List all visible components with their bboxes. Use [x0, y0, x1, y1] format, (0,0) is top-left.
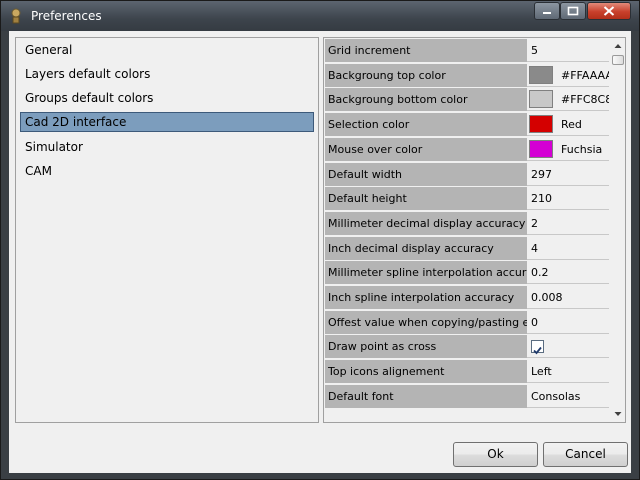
property-row: Grid increment 5 [325, 39, 609, 63]
preferences-window: Preferences General Layers default color… [0, 0, 640, 480]
property-row: Inch decimal display accuracy 4 [325, 236, 609, 261]
property-row: Inch spline interpolation accuracy 0.008 [325, 286, 609, 310]
nav-item-layers-default-colors[interactable]: Layers default colors [20, 64, 314, 84]
nav-item-general[interactable]: General [20, 40, 314, 60]
dialog-body: General Layers default colors Groups def… [9, 31, 631, 473]
arrow-down-icon [614, 412, 622, 416]
property-row: Backgroung bottom color #FFC8C8C8 [325, 88, 609, 113]
minimize-button[interactable] [534, 2, 560, 20]
property-name: Grid increment [325, 39, 528, 63]
property-row: Backgroung top color #FFAAAAAA [325, 63, 609, 88]
scroll-up-button[interactable] [611, 39, 625, 53]
property-value-input[interactable]: 4 [527, 236, 609, 260]
maximize-icon [567, 6, 579, 16]
property-row: Millimeter spline interpolation accuracy… [325, 261, 609, 286]
color-picker[interactable]: Fuchsia [527, 137, 609, 161]
property-row: Mouse over color Fuchsia [325, 137, 609, 162]
maximize-button[interactable] [560, 2, 586, 20]
minimize-icon [543, 12, 551, 14]
property-row: Offest value when copying/pasting entiti… [325, 310, 609, 335]
property-name: Top icons alignement [325, 360, 528, 385]
property-name: Default height [325, 187, 528, 212]
color-swatch [529, 65, 553, 84]
property-value-input[interactable]: 210 [527, 187, 609, 211]
color-swatch [529, 115, 553, 134]
property-value-select[interactable]: Left [527, 360, 609, 384]
property-name: Offest value when copying/pasting entiti… [325, 310, 528, 335]
category-list[interactable]: General Layers default colors Groups def… [15, 37, 319, 423]
scroll-down-button[interactable] [611, 407, 625, 421]
nav-item-groups-default-colors[interactable]: Groups default colors [20, 88, 314, 108]
color-value: #FFAAAAAA [561, 68, 609, 82]
property-name: Default width [325, 162, 528, 187]
property-value-input[interactable]: 2 [527, 211, 609, 235]
close-icon [603, 6, 615, 16]
property-row: Top icons alignement Left [325, 360, 609, 385]
property-value-input[interactable]: 0.2 [527, 261, 609, 285]
property-name: Draw point as cross [325, 335, 528, 360]
property-row: Selection color Red [325, 113, 609, 138]
color-swatch [529, 139, 553, 158]
property-name: Inch spline interpolation accuracy [325, 286, 528, 310]
property-row: Default font Consolas [325, 384, 609, 409]
property-name: Millimeter spline interpolation accuracy [325, 261, 528, 286]
color-value: Red [561, 118, 582, 132]
ok-button[interactable]: Ok [453, 442, 538, 467]
property-name: Mouse over color [325, 137, 528, 162]
property-name: Backgroung top color [325, 63, 528, 88]
scroll-thumb[interactable] [612, 55, 624, 65]
property-value-input[interactable]: 0 [527, 310, 609, 334]
property-grid-panel: Grid increment 5 Backgroung top color #F… [323, 37, 626, 423]
checkmark-icon [533, 347, 542, 355]
property-value-checkbox-cell [527, 335, 609, 359]
property-row: Draw point as cross [325, 335, 609, 360]
window-title: Preferences [31, 9, 102, 23]
title-bar[interactable]: Preferences [1, 1, 639, 31]
property-name: Inch decimal display accuracy [325, 236, 528, 261]
property-value-input[interactable]: 297 [527, 162, 609, 186]
nav-item-cam[interactable]: CAM [20, 161, 314, 181]
color-value: Fuchsia [561, 142, 603, 156]
property-name: Selection color [325, 113, 528, 138]
color-value: #FFC8C8C8 [561, 93, 609, 107]
vertical-scrollbar[interactable] [611, 39, 625, 421]
property-row: Millimeter decimal display accuracy 2 [325, 211, 609, 236]
property-value-select[interactable]: Consolas [527, 384, 609, 408]
property-value-input[interactable]: 5 [527, 39, 609, 62]
property-name: Millimeter decimal display accuracy [325, 211, 528, 236]
app-icon [9, 8, 23, 24]
property-value-input[interactable]: 0.008 [527, 286, 609, 309]
property-name: Default font [325, 384, 528, 409]
arrow-up-icon [614, 44, 622, 48]
nav-item-cad-2d-interface[interactable]: Cad 2D interface [20, 112, 314, 132]
color-picker[interactable]: #FFC8C8C8 [527, 88, 609, 112]
cancel-button[interactable]: Cancel [543, 442, 628, 467]
property-row: Default width 297 [325, 162, 609, 187]
property-name: Backgroung bottom color [325, 88, 528, 113]
draw-point-as-cross-checkbox[interactable] [531, 340, 544, 355]
nav-item-simulator[interactable]: Simulator [20, 137, 314, 157]
property-row: Default height 210 [325, 187, 609, 212]
close-button[interactable] [587, 2, 631, 20]
color-picker[interactable]: Red [527, 113, 609, 137]
color-swatch [529, 90, 553, 109]
color-picker[interactable]: #FFAAAAAA [527, 63, 609, 87]
